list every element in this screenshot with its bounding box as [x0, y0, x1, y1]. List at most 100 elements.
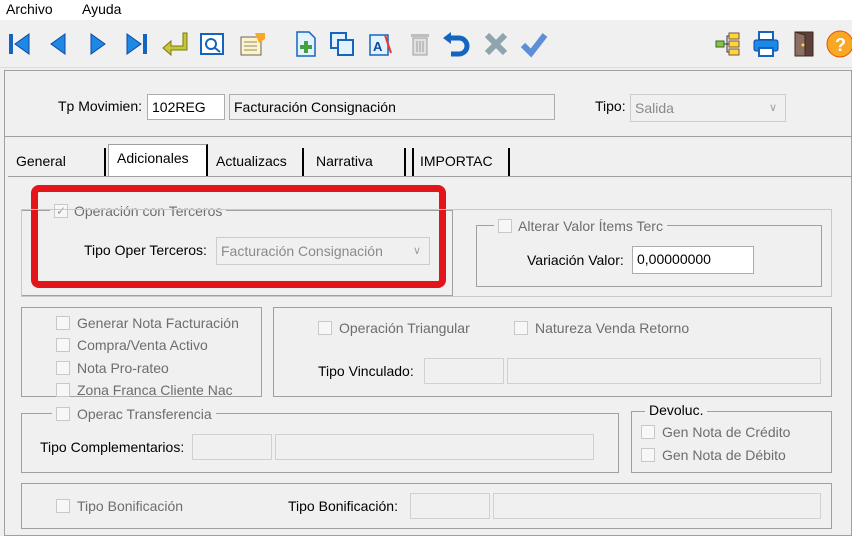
- tp-description-field[interactable]: Facturación Consignación: [229, 94, 555, 120]
- gen-nota-credito-row: Gen Nota de Crédito: [641, 424, 790, 440]
- tipo-complementarios-code-field[interactable]: [192, 434, 272, 460]
- zona-franca-label: Zona Franca Cliente Nac: [77, 382, 233, 398]
- preview-icon: [200, 33, 224, 55]
- header-separator: [5, 136, 851, 137]
- tipo-bonificacion-label: Tipo Bonificación:: [288, 498, 398, 514]
- trash-icon: [411, 34, 429, 56]
- last-icon: [126, 33, 147, 55]
- zona-franca-checkbox[interactable]: [56, 383, 70, 397]
- toolbar: A ?: [0, 20, 852, 68]
- menu-bar: Archivo Ayuda: [0, 0, 852, 20]
- next-record-button[interactable]: [82, 28, 114, 60]
- nota-prorateo-label: Nota Pro-rateo: [77, 360, 169, 376]
- op-triangular-checkbox[interactable]: [318, 321, 332, 335]
- tab-importac-label: IMPORTAC: [420, 153, 493, 169]
- first-icon: [9, 33, 30, 55]
- tab-narrativa-label: Narrativa: [316, 153, 373, 169]
- exit-door-icon: [794, 31, 814, 57]
- undo-icon: [443, 32, 470, 57]
- devoluc-title: Devoluc.: [645, 402, 708, 418]
- tipo-complementarios-label: Tipo Complementarios:: [40, 439, 185, 455]
- confirm-button[interactable]: [518, 28, 550, 60]
- tab-narrativa[interactable]: Narrativa: [312, 148, 406, 176]
- new-document-button[interactable]: [290, 28, 322, 60]
- gen-nota-credito-checkbox[interactable]: [641, 425, 655, 439]
- first-record-button[interactable]: [4, 28, 36, 60]
- nota-prorateo-row: Nota Pro-rateo: [56, 360, 169, 376]
- transferencia-legend: Operac Transferencia: [52, 404, 216, 424]
- svg-text:?: ?: [835, 35, 846, 55]
- compra-venta-checkbox[interactable]: [56, 338, 70, 352]
- edit-form-button[interactable]: [236, 28, 268, 60]
- tp-code-field[interactable]: 102REG: [147, 94, 225, 120]
- tree-view-button[interactable]: [712, 28, 744, 60]
- tipo-vinculado-label: Tipo Vinculado:: [318, 363, 414, 379]
- tab-actualizacs-label: Actualizacs: [216, 153, 287, 169]
- gen-nota-credito-label: Gen Nota de Crédito: [662, 424, 791, 440]
- tipo-vinculado-code-field[interactable]: [424, 358, 504, 384]
- tab-adicionales[interactable]: Adicionales: [108, 144, 208, 176]
- tab-adicionales-label: Adicionales: [117, 150, 189, 166]
- tp-movimien-label: Tp Movimien:: [58, 98, 143, 114]
- svg-text:A: A: [373, 39, 383, 54]
- undo-button[interactable]: [440, 28, 472, 60]
- text-format-button[interactable]: A: [364, 28, 396, 60]
- natureza-label: Natureza Venda Retorno: [535, 320, 690, 336]
- generar-nota-label: Generar Nota Facturación: [77, 315, 239, 331]
- tab-general[interactable]: General: [12, 148, 106, 176]
- previous-record-button[interactable]: [42, 28, 74, 60]
- tipo-bonificacion-checkbox[interactable]: [56, 499, 70, 513]
- copy-button[interactable]: [326, 28, 358, 60]
- cancel-icon: [484, 32, 508, 56]
- op-triangular-row: Operación Triangular: [318, 320, 470, 336]
- return-icon: [162, 32, 188, 57]
- compra-venta-label: Compra/Venta Activo: [77, 337, 208, 353]
- print-button[interactable]: [750, 28, 782, 60]
- help-icon: ?: [826, 30, 852, 58]
- natureza-checkbox[interactable]: [514, 321, 528, 335]
- compra-venta-row: Compra/Venta Activo: [56, 337, 208, 353]
- new-document-icon: [296, 31, 316, 57]
- copy-icon: [330, 32, 354, 56]
- next-icon: [90, 33, 106, 55]
- tab-actualizacs[interactable]: Actualizacs: [212, 148, 304, 176]
- tipo-select[interactable]: Salida ∨: [630, 94, 786, 122]
- devoluc-group: [631, 411, 832, 473]
- tab-general-label: General: [16, 153, 66, 169]
- tipo-complementarios-desc-field[interactable]: [275, 434, 594, 460]
- help-button[interactable]: ?: [824, 28, 852, 60]
- gen-nota-debito-label: Gen Nota de Débito: [662, 447, 786, 463]
- menu-ayuda[interactable]: Ayuda: [82, 0, 121, 18]
- cancel-button[interactable]: [480, 28, 512, 60]
- tipo-bonificacion-desc-field[interactable]: [493, 493, 821, 519]
- last-record-button[interactable]: [120, 28, 152, 60]
- gen-nota-debito-checkbox[interactable]: [641, 448, 655, 462]
- generar-nota-checkbox[interactable]: [56, 316, 70, 330]
- operac-transferencia-checkbox[interactable]: [56, 407, 70, 421]
- edit-form-icon: [240, 33, 265, 56]
- text-format-icon: A: [369, 34, 392, 56]
- tipo-bonificacion-check-row: Tipo Bonificación: [56, 498, 183, 514]
- op-triangular-label: Operación Triangular: [339, 320, 470, 336]
- tipo-bonificacion-code-field[interactable]: [410, 493, 490, 519]
- return-button[interactable]: [158, 28, 190, 60]
- delete-button[interactable]: [404, 28, 436, 60]
- tab-importac[interactable]: IMPORTAC: [412, 148, 510, 176]
- nota-prorateo-checkbox[interactable]: [56, 361, 70, 375]
- print-icon: [753, 31, 779, 57]
- tipo-label: Tipo:: [595, 98, 626, 114]
- tree-icon: [715, 32, 740, 56]
- menu-archivo[interactable]: Archivo: [6, 0, 53, 18]
- exit-button[interactable]: [788, 28, 820, 60]
- zona-franca-row: Zona Franca Cliente Nac: [56, 382, 233, 398]
- chevron-down-icon: ∨: [768, 102, 777, 114]
- terceros-outer-group: [21, 209, 832, 297]
- tipo-vinculado-desc-field[interactable]: [507, 358, 821, 384]
- confirm-icon: [520, 33, 548, 58]
- operac-transferencia-label: Operac Transferencia: [77, 406, 212, 422]
- generar-nota-row: Generar Nota Facturación: [56, 315, 239, 331]
- preview-button[interactable]: [196, 28, 228, 60]
- natureza-row: Natureza Venda Retorno: [514, 320, 689, 336]
- previous-icon: [50, 33, 66, 55]
- gen-nota-debito-row: Gen Nota de Débito: [641, 447, 786, 463]
